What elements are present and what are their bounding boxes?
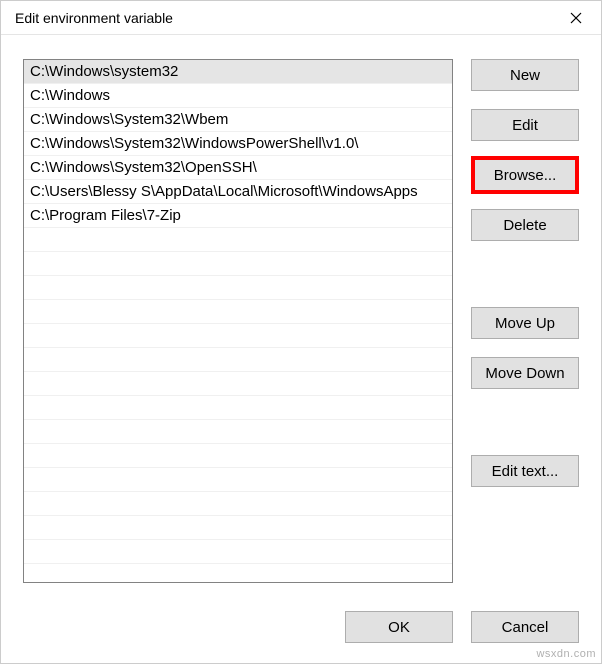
new-button[interactable]: New (471, 59, 579, 91)
list-filler-row (24, 348, 452, 372)
path-list-item[interactable]: C:\Program Files\7-Zip (24, 204, 452, 228)
list-filler-row (24, 444, 452, 468)
move-up-button[interactable]: Move Up (471, 307, 579, 339)
path-list-item[interactable]: C:\Windows\System32\Wbem (24, 108, 452, 132)
move-down-button[interactable]: Move Down (471, 357, 579, 389)
list-filler-row (24, 396, 452, 420)
list-filler-row (24, 252, 452, 276)
browse-button[interactable]: Browse... (471, 156, 579, 194)
list-filler-row (24, 300, 452, 324)
edit-text-button[interactable]: Edit text... (471, 455, 579, 487)
path-list-item[interactable]: C:\Windows\system32 (24, 60, 452, 84)
path-list-item[interactable]: C:\Windows\System32\OpenSSH\ (24, 156, 452, 180)
button-column: New Edit Browse... Delete Move Up Move D… (471, 59, 579, 593)
path-list-item[interactable]: C:\Users\Blessy S\AppData\Local\Microsof… (24, 180, 452, 204)
edit-button[interactable]: Edit (471, 109, 579, 141)
list-filler-row (24, 492, 452, 516)
ok-button[interactable]: OK (345, 611, 453, 643)
path-list-item[interactable]: C:\Windows\System32\WindowsPowerShell\v1… (24, 132, 452, 156)
window-title: Edit environment variable (15, 10, 173, 26)
list-filler-row (24, 324, 452, 348)
delete-button[interactable]: Delete (471, 209, 579, 241)
spacer (471, 259, 579, 307)
list-filler-row (24, 420, 452, 444)
list-filler-row (24, 228, 452, 252)
close-icon (570, 12, 582, 24)
list-filler-row (24, 372, 452, 396)
path-listbox[interactable]: C:\Windows\system32C:\WindowsC:\Windows\… (23, 59, 453, 583)
list-filler-row (24, 516, 452, 540)
list-filler-row (24, 540, 452, 564)
close-button[interactable] (553, 2, 599, 34)
cancel-button[interactable]: Cancel (471, 611, 579, 643)
dialog-footer: OK Cancel (1, 593, 601, 663)
edit-env-var-dialog: Edit environment variable C:\Windows\sys… (0, 0, 602, 664)
path-list-item[interactable]: C:\Windows (24, 84, 452, 108)
list-filler-row (24, 468, 452, 492)
watermark: wsxdn.com (536, 648, 596, 660)
dialog-content: C:\Windows\system32C:\WindowsC:\Windows\… (1, 35, 601, 593)
spacer (471, 407, 579, 455)
titlebar: Edit environment variable (1, 1, 601, 35)
list-filler-row (24, 276, 452, 300)
